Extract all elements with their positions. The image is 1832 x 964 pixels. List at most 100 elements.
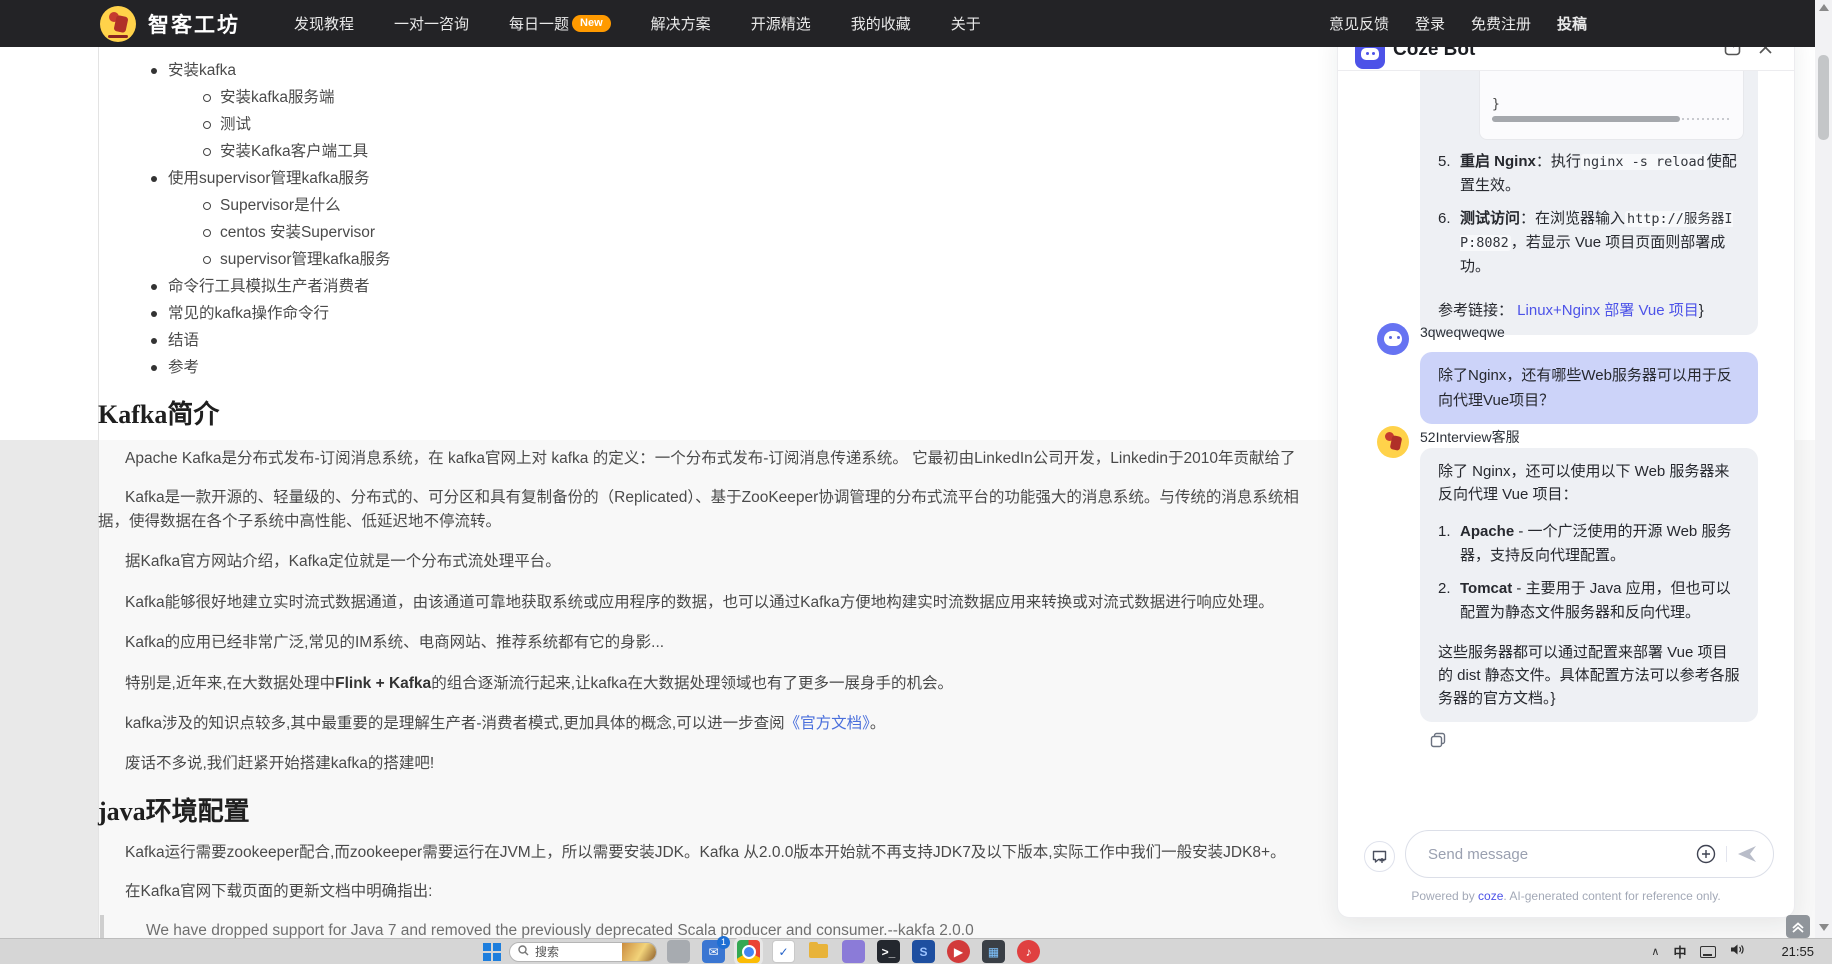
nav-menu: 发现教程 一对一咨询 每日一题 New 解决方案 开源精选 我的收藏 关于 [294,13,981,34]
nav-item-consult[interactable]: 一对一咨询 [394,13,469,34]
toc-item[interactable]: 结语 [0,327,391,354]
coze-chat-widget: Coze Bot } 5. 重启 Nginx：执行 nginx -s reloa… [1337,28,1795,918]
message-text: 这些服务器都可以通过配置来部署 Vue 项目的 dist 静态文件。具体配置方法… [1438,644,1740,707]
message-text: } [1698,302,1704,319]
feedback-link[interactable]: 意见反馈 [1329,13,1389,34]
message-input-container [1405,830,1774,878]
top-navbar: 智客工坊 发现教程 一对一咨询 每日一题 New 解决方案 开源精选 我的收藏 关… [0,0,1815,47]
list-number: 5. [1438,153,1451,170]
official-docs-link[interactable]: 《官方文档》 [785,715,870,732]
windows-taskbar: 搜索 ✉ 1 ✓ >_ S ▶ ▦ ♪ ∧ 中 21:55 [0,936,1832,964]
chat-list-item: 2. Tomcat - 主要用于 Java 应用，但也可以配置为静态文件服务器和… [1438,577,1740,625]
new-chat-button[interactable] [1364,841,1395,872]
list-number: 2. [1438,580,1451,597]
article-paragraph: Kafka运行需要zookeeper配合,而zookeeper需要运行在JVM上… [125,844,1286,861]
article-paragraph: 废话不多说,我们赶紧开始搭建kafka的搭建吧! [125,755,435,772]
notification-badge: 1 [717,936,730,949]
toc-item[interactable]: 命令行工具模拟生产者消费者 [0,273,391,300]
toc-item[interactable]: 常见的kafka操作命令行 [0,300,391,327]
inline-code: nginx -s reload [1580,154,1707,170]
taskbar-app-blue-app[interactable]: S [912,940,935,963]
brand-title[interactable]: 智客工坊 [148,9,240,39]
login-link[interactable]: 登录 [1415,13,1445,34]
volume-icon[interactable] [1730,943,1745,961]
reference-link[interactable]: Linux+Nginx 部署 Vue 项目 [1517,302,1699,319]
article-paragraph: 特别是,近年来,在大数据处理中Flink + Kafka的组合逐渐流行起来,让k… [98,673,953,694]
toc-item[interactable]: supervisor管理kafka服务 [0,246,391,273]
nav-item-about[interactable]: 关于 [951,13,981,34]
taskbar-app-chrome[interactable] [737,940,760,963]
nav-item-label: 每日一题 [509,16,570,33]
page-scrollbar[interactable] [1815,0,1832,938]
article-paragraph: 在Kafka官网下载页面的更新文档中明确指出: [125,883,433,900]
taskbar-app-app-gray[interactable] [667,940,690,963]
browser-viewport: 安装kafka 安装kafka服务端 测试 安装Kafka客户端工具 使用sup… [0,0,1832,949]
taskbar-app-dark-app[interactable]: ▦ [982,940,1005,963]
code-block: } [1479,71,1744,140]
user-avatar [1377,323,1409,355]
toc-item[interactable]: 使用supervisor管理kafka服务 [0,165,391,192]
message-input[interactable] [1428,845,1658,863]
bot-name: 52Interview客服 [1420,429,1520,445]
taskbar-app-terminal[interactable]: >_ [877,940,900,963]
reference-line: 参考链接： Linux+Nginx 部署 Vue 项目} [1438,301,1740,321]
attach-plus-icon[interactable] [1696,844,1716,864]
taskbar-app-check-app[interactable]: ✓ [772,940,795,963]
article-paragraph: kafka涉及的知识点较多,其中最重要的是理解生产者-消费者模式,更加具体的概念… [98,713,885,734]
start-button[interactable] [483,942,501,961]
search-highlight-image[interactable] [622,942,656,961]
toc-item[interactable]: 测试 [0,111,391,138]
back-to-top-button[interactable] [1786,915,1810,938]
message-text: ：执行 [1535,153,1581,170]
taskbar-search-box[interactable]: 搜索 [509,941,657,962]
chat-list-item: 5. 重启 Nginx：执行 nginx -s reload 使配置生效。 [1438,150,1740,198]
bot-message-bubble: 除了 Nginx，还可以使用以下 Web 服务器来反向代理 Vue 项目： 1.… [1420,448,1758,722]
taskbar-pinned-apps: ✉ 1 ✓ >_ S ▶ ▦ ♪ [667,936,1040,963]
user-message-bubble: 除了Nginx，还有哪些Web服务器可以用于反向代理Vue项目？ [1420,352,1758,424]
article-paragraph: Kafka能够很好地建立实时流式数据通道，由该通道可靠地获取系统或应用程序的数据… [125,594,1274,611]
nav-item-favorites[interactable]: 我的收藏 [851,13,911,34]
bold-text: Apache [1460,523,1515,540]
toc-item[interactable]: 参考 [0,354,391,381]
submit-post-link[interactable]: 投稿 [1557,13,1587,34]
scrollbar-up-arrow[interactable] [1819,4,1829,11]
message-text: 参考链接： [1438,302,1518,319]
nav-item-solutions[interactable]: 解决方案 [651,13,711,34]
article-paragraph: Kafka是一款开源的、轻量级的、分布式的、可分区和具有复制备份的（Replic… [125,489,1299,506]
taskbar-app-media-red[interactable]: ▶ [947,940,970,963]
toc-item[interactable]: 安装Kafka客户端工具 [0,138,391,165]
taskbar-app-music-red[interactable]: ♪ [1017,940,1040,963]
register-link[interactable]: 免费注册 [1471,13,1531,34]
bot-message-bubble: } 5. 重启 Nginx：执行 nginx -s reload 使配置生效。 6.… [1420,71,1758,335]
touch-keyboard-icon[interactable] [1700,945,1717,958]
tray-overflow-chevron[interactable]: ∧ [1651,945,1659,958]
toc-item[interactable]: Supervisor是什么 [0,192,391,219]
powered-text: . AI-generated content for reference onl… [1503,889,1721,903]
chat-messages: } 5. 重启 Nginx：执行 nginx -s reload 使配置生效。 6.… [1338,71,1794,831]
ime-indicator[interactable]: 中 [1673,942,1686,961]
bold-text: Tomcat [1460,580,1513,597]
taskbar-app-folder[interactable] [807,940,830,963]
nav-item-discover[interactable]: 发现教程 [294,13,354,34]
taskbar-app-purple-app[interactable] [842,940,865,963]
taskbar-clock[interactable]: 21:55 [1781,944,1814,959]
nav-item-opensource[interactable]: 开源精选 [751,13,811,34]
scrollbar-down-arrow[interactable] [1819,924,1829,931]
copy-message-button[interactable] [1430,732,1446,748]
message-text: 除了 Nginx，还可以使用以下 Web 服务器来反向代理 Vue 项目： [1438,463,1730,503]
coze-link[interactable]: coze [1478,889,1503,903]
site-logo-icon[interactable] [100,5,136,42]
toc-item[interactable]: 安装kafka [0,57,391,84]
bold-text: 测试访问 [1460,210,1521,227]
article-paragraph: 据Kafka官方网站介绍，Kafka定位就是一个分布式流处理平台。 [125,553,561,570]
system-tray: ∧ 中 21:55 [1651,942,1832,961]
paragraph-text: 特别是,近年来,在大数据处理中 [125,675,336,692]
send-button[interactable] [1737,845,1757,863]
toc-item[interactable]: centos 安装Supervisor [0,219,391,246]
scrollbar-thumb[interactable] [1818,55,1829,140]
code-hscroll-thumb[interactable] [1492,116,1680,122]
taskbar-app-mail-app[interactable]: ✉ 1 [702,936,730,963]
nav-item-daily-question[interactable]: 每日一题 New [509,13,611,34]
toc-item[interactable]: 安装kafka服务端 [0,84,391,111]
article-paragraph: 据，使得数据在各个子系统中高性能、低延迟地不停流转。 [98,513,502,530]
